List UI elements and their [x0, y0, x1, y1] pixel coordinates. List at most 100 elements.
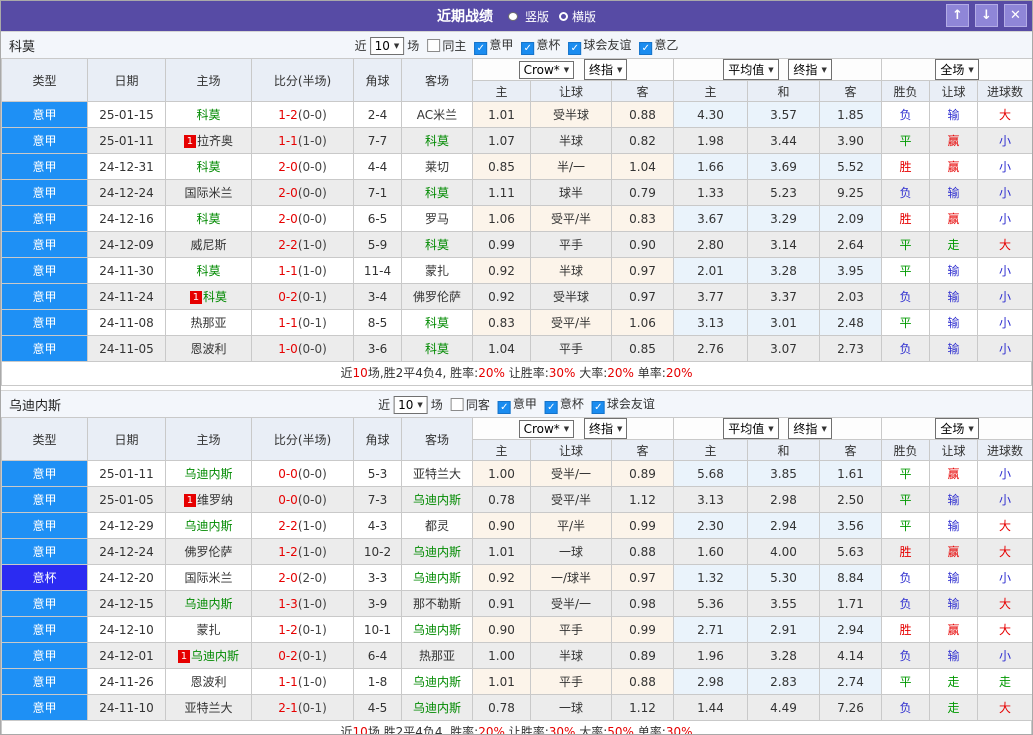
scroll-down-button[interactable]: ↓	[975, 4, 998, 27]
home-team-link[interactable]: 科莫	[196, 212, 220, 226]
score-cell: 1-2(0-1)	[251, 616, 354, 643]
home-team-link[interactable]: 乌迪内斯	[191, 649, 239, 663]
away-team-link[interactable]: 亚特兰大	[413, 467, 461, 481]
crow-away-odds: 0.99	[610, 512, 675, 539]
home-team-cell: 1 科莫	[165, 283, 252, 310]
away-team-link[interactable]: 科莫	[425, 238, 449, 252]
bookmaker-select[interactable]: Crow* ▼	[518, 61, 575, 79]
table-row: 意杯 24-12-20 国际米兰 2-0(2-0) 3-3 乌迪内斯 0.92 一/球半 0.9…	[1, 564, 1032, 591]
match-type-cell: 意甲	[1, 205, 88, 232]
home-team-link[interactable]: 乌迪内斯	[184, 467, 232, 481]
away-team-link[interactable]: 热那亚	[419, 649, 455, 663]
result-goals-cell: 大	[977, 616, 1032, 643]
match-count-select[interactable]: 10 ▼	[393, 395, 428, 414]
home-team-link[interactable]: 恩波利	[190, 342, 226, 356]
league-checkbox[interactable]: ✓	[568, 42, 582, 55]
crow-away-odds: 0.97	[610, 283, 675, 310]
league-checkbox[interactable]: ✓	[521, 42, 535, 55]
away-team-link[interactable]: 那不勒斯	[413, 597, 461, 611]
col-avg-home: 主	[673, 439, 749, 461]
result-goals-cell: 走	[977, 668, 1032, 695]
scroll-up-button[interactable]: ↑	[946, 4, 969, 27]
avg-draw-odds: 4.49	[747, 694, 821, 721]
result-handicap-cell: 输	[929, 257, 979, 284]
away-team-link[interactable]: 科莫	[425, 316, 449, 330]
away-team-link[interactable]: 乌迪内斯	[413, 493, 461, 507]
home-team-link[interactable]: 国际米兰	[184, 571, 232, 585]
score-fulltime: 1-2	[278, 622, 298, 637]
away-team-link[interactable]: AC米兰	[417, 108, 457, 122]
crow-final-select[interactable]: 终指 ▼	[584, 418, 628, 439]
home-team-link[interactable]: 乌迪内斯	[184, 519, 232, 533]
home-team-link[interactable]: 拉齐奥	[197, 134, 233, 148]
home-team-cell: 科莫	[165, 101, 252, 128]
crow-handicap: 半球	[530, 257, 612, 284]
table-row: 意甲 24-12-16 科莫 2-0(0-0) 6-5 罗马 1.06 受平/半 0.83 3.6…	[1, 205, 1032, 232]
league-checkbox[interactable]: ✓	[639, 42, 653, 55]
radio-vertical[interactable]: 竖版	[505, 8, 549, 25]
away-team-link[interactable]: 科莫	[425, 134, 449, 148]
result-handicap-cell: 赢	[929, 538, 979, 565]
bookmaker-select[interactable]: Crow* ▼	[518, 420, 575, 438]
corner-cell: 6-5	[353, 205, 402, 232]
crow-final-select[interactable]: 终指 ▼	[584, 59, 628, 80]
match-count-select[interactable]: 10 ▼	[369, 36, 405, 55]
away-team-link[interactable]: 蒙扎	[425, 264, 449, 278]
avg-home-odds: 4.30	[673, 101, 749, 128]
radio-horizontal[interactable]: 横版	[559, 8, 596, 25]
home-team-link[interactable]: 亚特兰大	[184, 701, 232, 715]
home-team-link[interactable]: 热那亚	[190, 316, 226, 330]
fulltime-select[interactable]: 全场 ▼	[935, 59, 979, 80]
avg-home-odds: 1.96	[673, 642, 749, 669]
league-checkbox[interactable]: ✓	[591, 401, 605, 414]
page-title: 近期战绩	[436, 9, 493, 25]
avg-home-odds: 1.98	[673, 127, 749, 154]
home-team-link[interactable]: 科莫	[196, 160, 220, 174]
home-team-link[interactable]: 恩波利	[190, 675, 226, 689]
home-team-link[interactable]: 威尼斯	[190, 238, 226, 252]
home-team-link[interactable]: 科莫	[203, 290, 227, 304]
near-label: 近	[378, 398, 391, 412]
average-select[interactable]: 平均值 ▼	[723, 59, 779, 80]
crow-handicap: 半球	[530, 642, 612, 669]
radio-horizontal-label: 横版	[572, 9, 597, 24]
date-cell: 24-12-20	[87, 564, 166, 591]
away-team-link[interactable]: 乌迪内斯	[413, 571, 461, 585]
home-team-cell: 恩波利	[165, 335, 252, 362]
section-summary: 近10场,胜2平4负4, 胜率:20% 让胜率:30% 大率:50% 单率:30…	[1, 721, 1032, 734]
home-team-link[interactable]: 维罗纳	[197, 493, 233, 507]
average-final-select[interactable]: 终指 ▼	[788, 59, 832, 80]
average-final-select[interactable]: 终指 ▼	[788, 418, 832, 439]
away-team-link[interactable]: 乌迪内斯	[413, 701, 461, 715]
summary-segment: 单率:	[633, 366, 666, 380]
away-team-link[interactable]: 佛罗伦萨	[413, 290, 461, 304]
avg-draw-odds: 3.85	[747, 460, 821, 487]
avg-draw-odds: 2.83	[747, 668, 821, 695]
home-team-link[interactable]: 乌迪内斯	[184, 597, 232, 611]
league-checkbox[interactable]: ✓	[544, 401, 558, 414]
league-checkbox[interactable]: ✓	[474, 42, 488, 55]
result-goals-cell: 小	[977, 257, 1032, 284]
league-checkbox[interactable]: ✓	[497, 401, 511, 414]
same-venue-checkbox[interactable]	[427, 39, 441, 52]
home-team-link[interactable]: 国际米兰	[184, 186, 232, 200]
close-button[interactable]: ✕	[1004, 4, 1027, 27]
away-team-link[interactable]: 乌迪内斯	[413, 545, 461, 559]
away-team-cell: 乌迪内斯	[401, 616, 473, 643]
away-team-link[interactable]: 科莫	[425, 186, 449, 200]
average-select[interactable]: 平均值 ▼	[723, 418, 779, 439]
same-venue-checkbox[interactable]	[450, 398, 464, 411]
home-team-link[interactable]: 蒙扎	[196, 623, 220, 637]
away-team-link[interactable]: 乌迪内斯	[413, 623, 461, 637]
home-team-link[interactable]: 科莫	[196, 108, 220, 122]
fulltime-select[interactable]: 全场 ▼	[935, 418, 979, 439]
away-team-link[interactable]: 都灵	[425, 519, 449, 533]
same-venue-label: 同客	[465, 398, 490, 412]
away-team-link[interactable]: 乌迪内斯	[413, 675, 461, 689]
away-team-cell: 科莫	[401, 309, 473, 336]
away-team-link[interactable]: 罗马	[425, 212, 449, 226]
home-team-link[interactable]: 科莫	[196, 264, 220, 278]
away-team-link[interactable]: 莱切	[425, 160, 449, 174]
away-team-link[interactable]: 科莫	[425, 342, 449, 356]
home-team-link[interactable]: 佛罗伦萨	[184, 545, 232, 559]
